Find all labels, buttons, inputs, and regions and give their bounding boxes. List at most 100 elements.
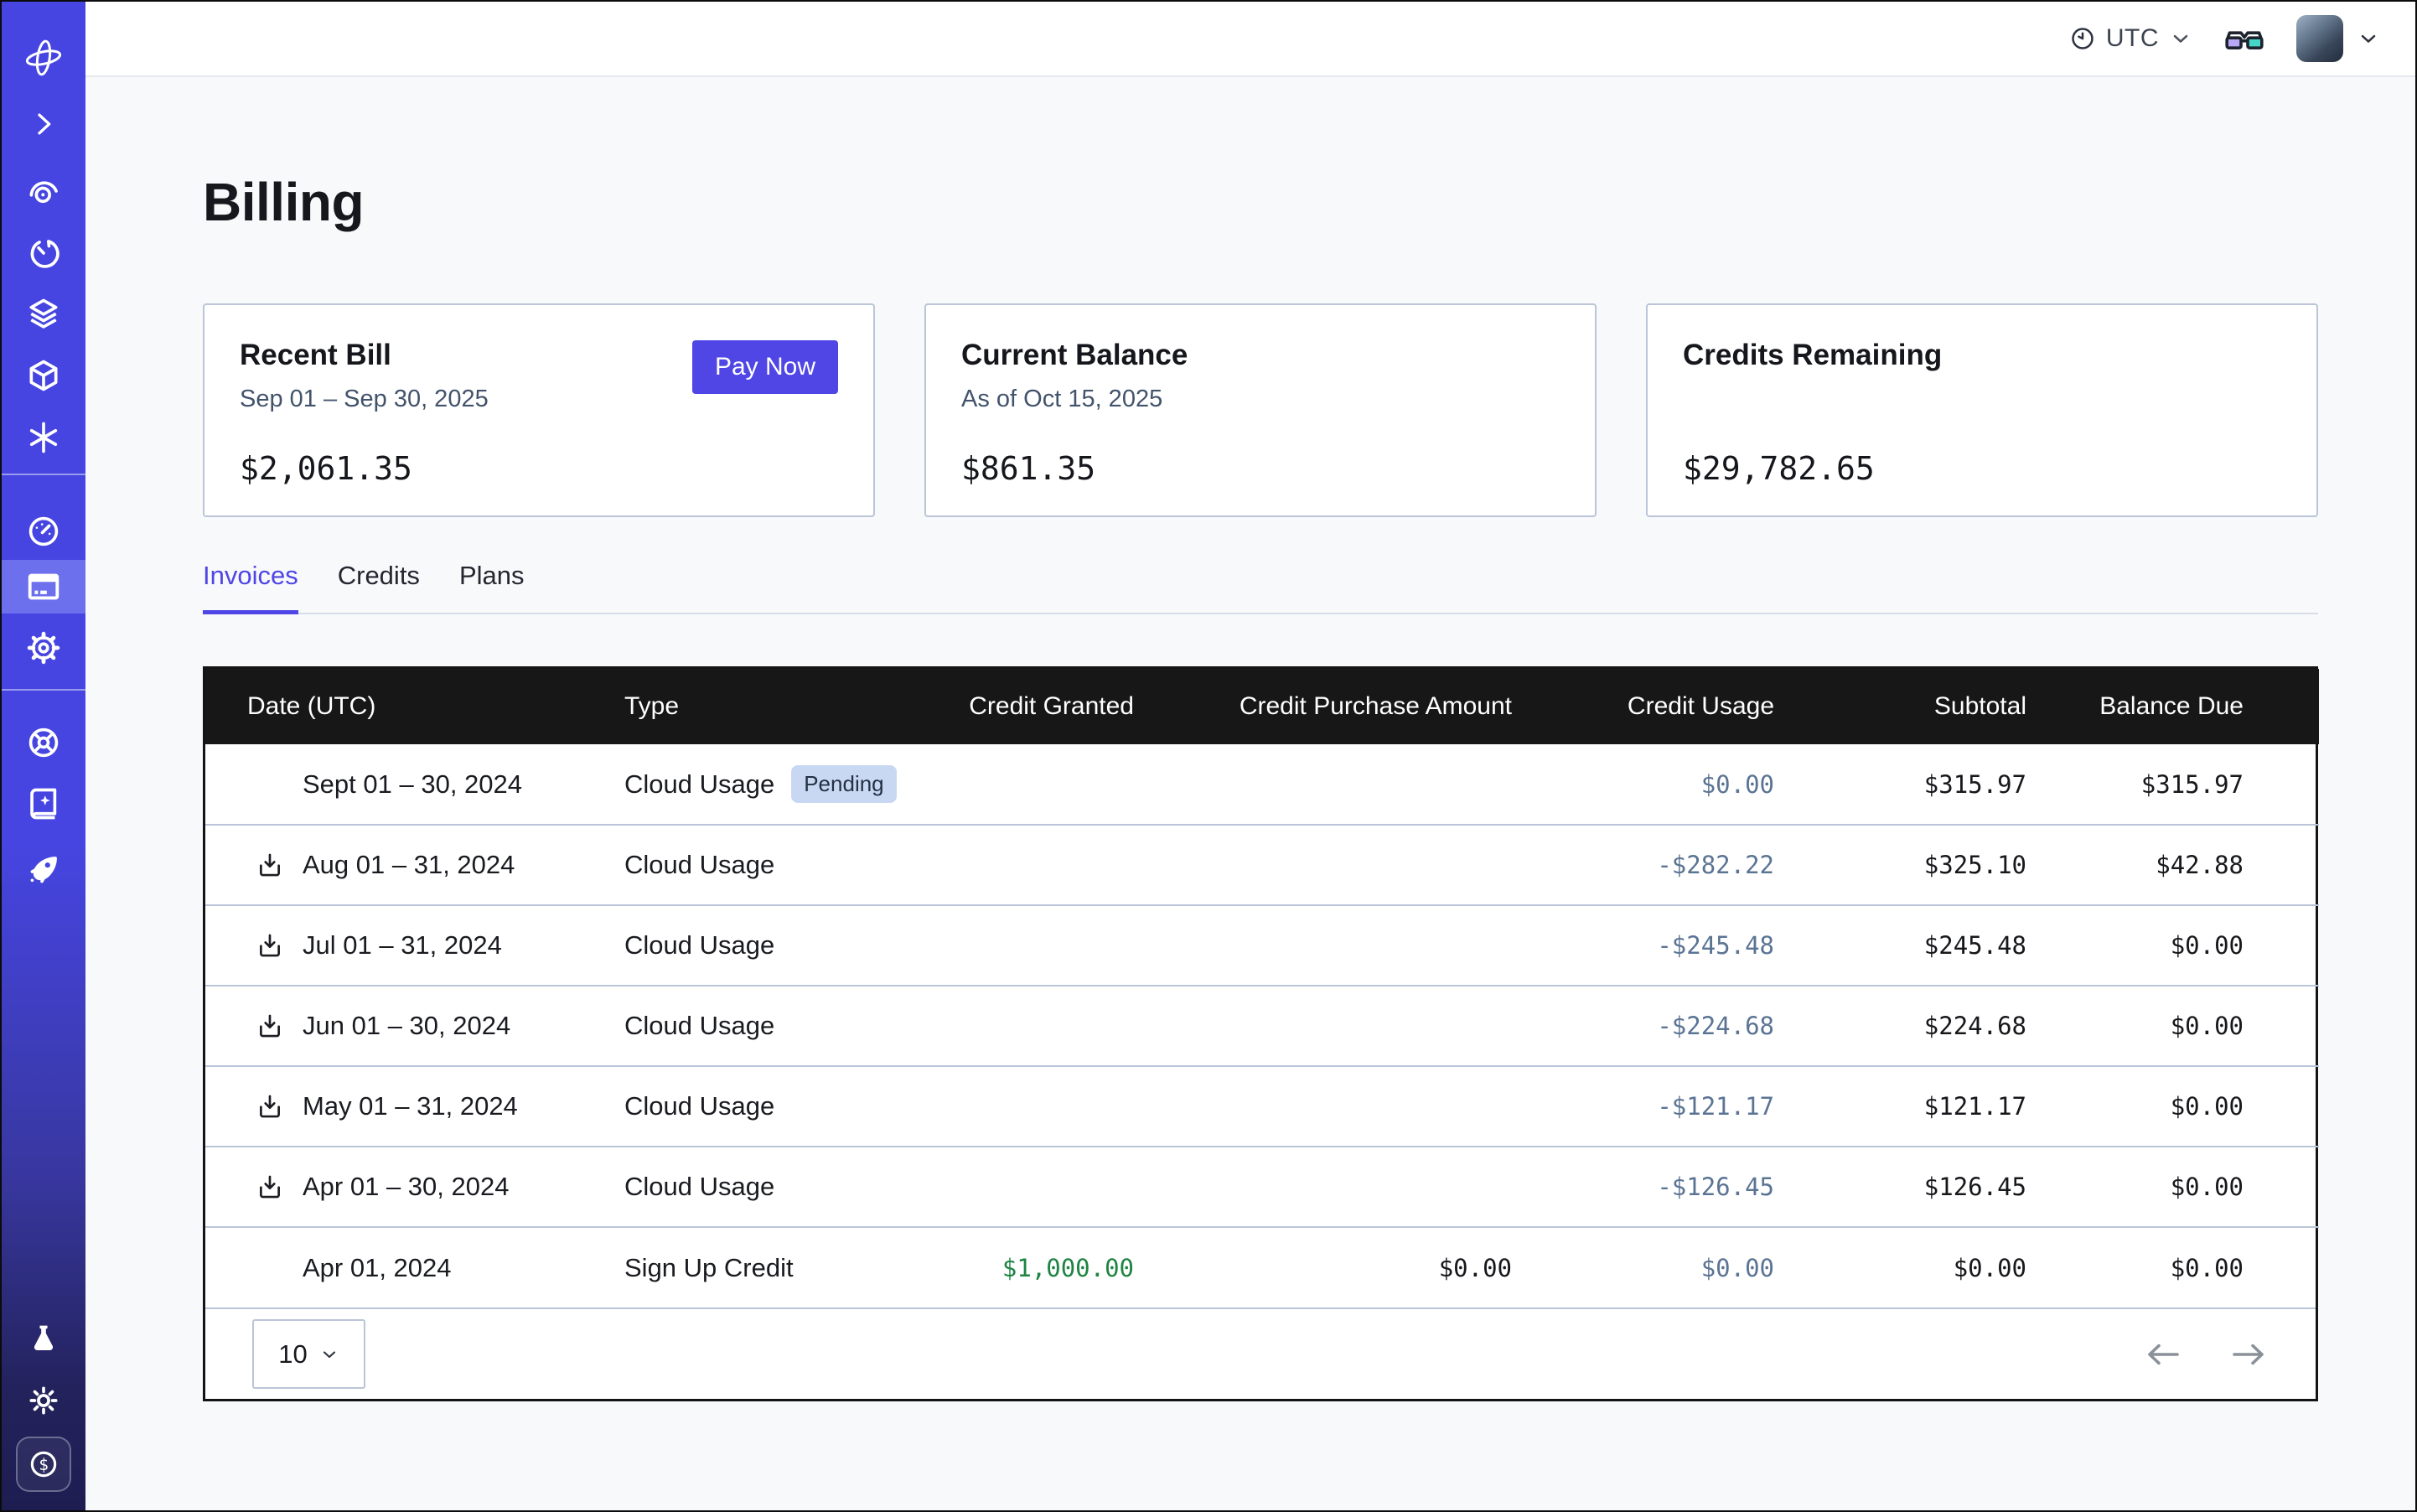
invoice-row: Jul 01 – 31, 2024 Cloud Usage -$245.48 $…	[205, 905, 2319, 986]
download-icon	[256, 931, 284, 960]
sidebar-item-billing[interactable]	[2, 560, 85, 614]
invoice-row: Jun 01 – 30, 2024 Cloud Usage -$224.68 $…	[205, 986, 2319, 1066]
col-credit-granted: Credit Granted	[901, 669, 1134, 744]
chevron-down-icon	[2357, 27, 2380, 50]
view-mode-button[interactable]	[2224, 24, 2264, 53]
svg-text:$: $	[39, 1455, 49, 1474]
subtotal: $0.00	[1774, 1227, 2026, 1307]
sidebar-divider	[2, 474, 85, 475]
chevron-down-icon	[319, 1344, 339, 1364]
balance-due: $0.00	[2026, 1147, 2319, 1227]
subtotal: $325.10	[1774, 825, 2026, 905]
flask-icon[interactable]	[2, 1318, 85, 1359]
tab-invoices[interactable]: Invoices	[203, 561, 298, 614]
previous-page-button[interactable]	[2143, 1339, 2183, 1370]
credit-granted: $1,000.00	[901, 1227, 1134, 1307]
user-menu[interactable]	[2296, 15, 2380, 62]
download-invoice-button[interactable]	[256, 1173, 284, 1201]
credits-remaining-card: Credits Remaining $29,782.65	[1646, 303, 2318, 517]
col-type: Type	[624, 669, 901, 744]
credit-usage: -$121.17	[1512, 1066, 1774, 1147]
col-subtotal: Subtotal	[1774, 669, 2026, 744]
credit-usage: $0.00	[1512, 1227, 1774, 1307]
topbar: UTC	[85, 2, 2415, 77]
invoices-table: Date (UTC) Type Credit Granted Credit Pu…	[203, 666, 2318, 1401]
recent-bill-amount: $2,061.35	[240, 450, 838, 487]
asterisk-icon[interactable]	[2, 417, 85, 458]
wheel-icon[interactable]	[2, 722, 85, 763]
status-badge: Pending	[791, 765, 896, 803]
download-icon	[256, 1173, 284, 1201]
recent-bill-card: Recent Bill Sep 01 – Sep 30, 2025 $2,061…	[203, 303, 875, 517]
sidebar: $	[2, 2, 85, 1510]
card-title: Current Balance	[961, 339, 1560, 372]
invoice-type: Cloud Usage	[624, 1172, 774, 1201]
arrow-right-icon	[2228, 1339, 2269, 1370]
avatar	[2296, 15, 2343, 62]
download-invoice-button[interactable]	[256, 851, 284, 879]
dollar-badge-icon: $	[26, 1447, 61, 1482]
book-icon[interactable]	[2, 784, 85, 824]
download-invoice-button[interactable]	[256, 931, 284, 960]
invoice-type: Cloud Usage	[624, 930, 774, 960]
table-header-row: Date (UTC) Type Credit Granted Credit Pu…	[205, 669, 2319, 744]
download-icon	[256, 1092, 284, 1121]
billing-tabs: Invoices Credits Plans	[203, 561, 2318, 614]
layers-icon[interactable]	[2, 293, 85, 334]
pagination-controls	[2143, 1339, 2269, 1370]
credit-usage: -$224.68	[1512, 986, 1774, 1066]
invoice-type: Sign Up Credit	[624, 1253, 794, 1282]
invoice-date: Jul 01 – 31, 2024	[303, 930, 502, 961]
gauge-icon[interactable]	[2, 511, 85, 551]
pay-now-button[interactable]: Pay Now	[692, 340, 838, 394]
tab-credits[interactable]: Credits	[338, 561, 420, 614]
spiral-icon[interactable]	[2, 173, 85, 213]
download-icon	[256, 1012, 284, 1040]
download-invoice-button[interactable]	[256, 1092, 284, 1121]
invoice-row: Apr 01 – 30, 2024 Cloud Usage -$126.45 $…	[205, 1147, 2319, 1227]
credit-usage: $0.00	[1512, 744, 1774, 825]
page-size-select[interactable]: 10	[252, 1319, 365, 1389]
sun-icon[interactable]	[2, 1380, 85, 1421]
download-invoice-button[interactable]	[256, 1012, 284, 1040]
col-credit-purchase: Credit Purchase Amount	[1134, 669, 1512, 744]
app-window: $ UTC	[0, 0, 2417, 1512]
credit-card-icon	[24, 567, 63, 606]
card-title: Credits Remaining	[1683, 339, 2281, 372]
history-icon[interactable]	[2, 233, 85, 273]
invoice-date: Sept 01 – 30, 2024	[303, 769, 522, 800]
billing-page: Billing Recent Bill Sep 01 – Sep 30, 202…	[85, 77, 2415, 1401]
subtotal: $245.48	[1774, 905, 2026, 986]
clock-icon	[2069, 25, 2096, 52]
invoice-row: Aug 01 – 31, 2024 Cloud Usage -$282.22 $…	[205, 825, 2319, 905]
timezone-selector[interactable]: UTC	[2069, 24, 2192, 53]
table-footer: 10	[205, 1307, 2316, 1399]
subtotal: $224.68	[1774, 986, 2026, 1066]
next-page-button[interactable]	[2228, 1339, 2269, 1370]
col-balance-due: Balance Due	[2026, 669, 2319, 744]
cube-icon[interactable]	[2, 355, 85, 396]
chevron-right-icon[interactable]	[2, 104, 85, 144]
card-subtitle: As of Oct 15, 2025	[961, 386, 1560, 413]
current-balance-card: Current Balance As of Oct 15, 2025 $861.…	[924, 303, 1597, 517]
credits-remaining-amount: $29,782.65	[1683, 450, 2281, 487]
sidebar-divider	[2, 689, 85, 691]
invoice-type: Cloud Usage	[624, 850, 774, 879]
gear-icon[interactable]	[2, 628, 85, 668]
orbit-logo-icon[interactable]	[2, 38, 85, 78]
tab-plans[interactable]: Plans	[459, 561, 525, 614]
invoice-type: Cloud Usage	[624, 1011, 774, 1040]
credits-status-button[interactable]: $	[16, 1437, 71, 1492]
rocket-icon[interactable]	[2, 848, 85, 888]
balance-due: $0.00	[2026, 986, 2319, 1066]
credit-usage: -$126.45	[1512, 1147, 1774, 1227]
invoice-date: Apr 01, 2024	[303, 1253, 452, 1283]
invoice-date: Apr 01 – 30, 2024	[303, 1172, 509, 1202]
balance-due: $315.97	[2026, 744, 2319, 825]
invoice-row: Sept 01 – 30, 2024 Cloud UsagePending $0…	[205, 744, 2319, 825]
subtotal: $121.17	[1774, 1066, 2026, 1147]
col-credit-usage: Credit Usage	[1512, 669, 1774, 744]
subtotal: $126.45	[1774, 1147, 2026, 1227]
balance-due: $42.88	[2026, 825, 2319, 905]
download-icon	[256, 851, 284, 879]
